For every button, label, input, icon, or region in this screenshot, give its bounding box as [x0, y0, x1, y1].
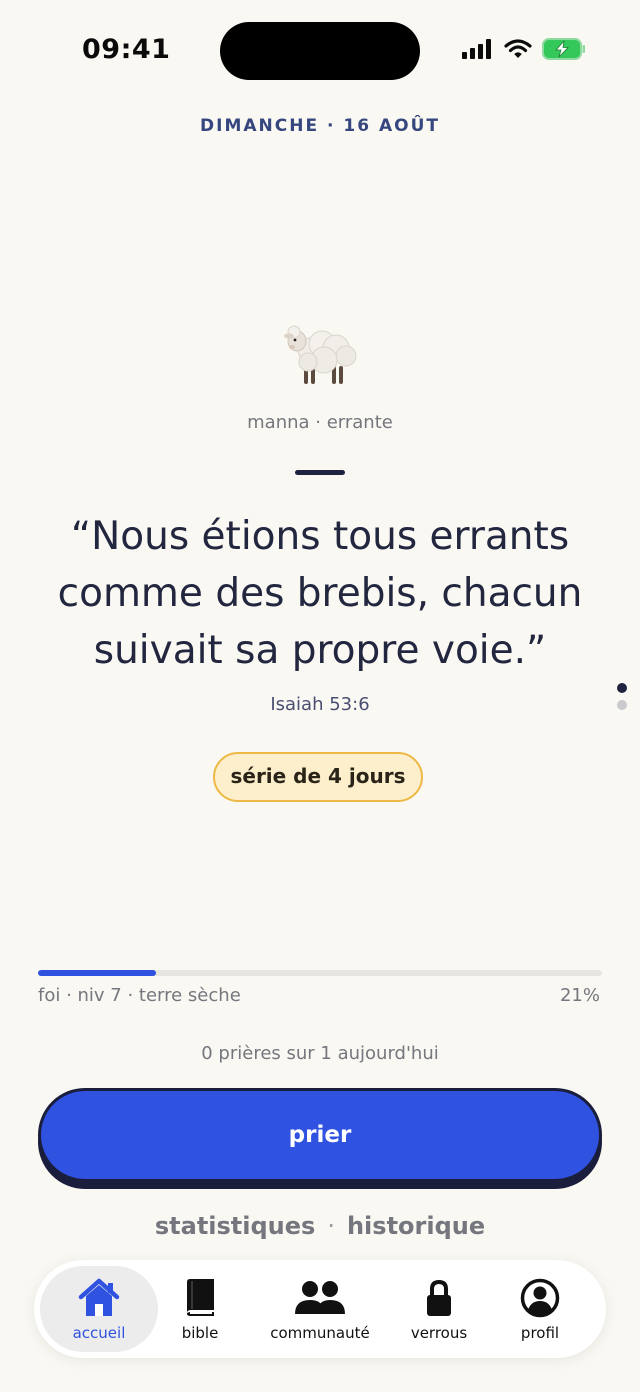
tab-label: communauté — [270, 1324, 370, 1342]
page-dot-active — [617, 683, 627, 693]
home-icon — [78, 1278, 120, 1316]
battery-charging-icon — [542, 38, 585, 60]
tab-accueil[interactable]: accueil — [40, 1266, 158, 1352]
status-icons — [462, 38, 586, 60]
progress-fill — [38, 970, 157, 976]
tab-profil[interactable]: profil — [490, 1266, 590, 1352]
pet-label: manna · errante — [247, 412, 393, 433]
page-dot — [617, 700, 627, 710]
verse-reference: Isaiah 53:6 — [270, 694, 370, 715]
date-header: DIMANCHE · 16 AOÛT — [200, 116, 440, 136]
history-link[interactable]: historique — [347, 1212, 485, 1240]
verse-text: “Nous étions tous errants comme des breb… — [57, 514, 583, 673]
progress-bar — [38, 970, 602, 976]
tab-label: accueil — [72, 1324, 126, 1342]
signal-icon — [462, 39, 491, 59]
stats-link[interactable]: statistiques — [155, 1212, 315, 1240]
pray-button[interactable]: prier — [38, 1088, 602, 1182]
dynamic-island — [220, 22, 420, 80]
tab-bar: accueil bible communauté verrous profil — [34, 1260, 606, 1358]
prayer-count: 0 prières sur 1 aujourd'hui — [201, 1043, 439, 1064]
link-separator: · — [327, 1212, 335, 1240]
tab-bible[interactable]: bible — [150, 1266, 250, 1352]
page-indicator[interactable] — [617, 683, 627, 717]
tab-verrous[interactable]: verrous — [389, 1266, 489, 1352]
streak-badge: série de 4 jours — [213, 752, 423, 802]
status-time: 09:41 — [82, 34, 171, 65]
book-icon — [187, 1279, 214, 1316]
sheep-icon[interactable] — [280, 316, 360, 390]
people-icon — [295, 1281, 345, 1314]
wifi-icon — [504, 39, 532, 58]
tab-label: profil — [520, 1324, 560, 1342]
divider — [295, 470, 345, 475]
lock-icon — [427, 1279, 451, 1316]
footer-links: statistiques · historique — [0, 1212, 640, 1240]
tab-label: bible — [181, 1324, 219, 1342]
tab-label: verrous — [410, 1324, 468, 1342]
status-bar: 09:41 — [0, 0, 640, 100]
tab-communaute[interactable]: communauté — [256, 1266, 384, 1352]
progress-percent: 21% — [559, 985, 600, 1006]
progress-label: foi · niv 7 · terre sèche — [38, 985, 241, 1006]
profile-icon — [520, 1278, 560, 1318]
